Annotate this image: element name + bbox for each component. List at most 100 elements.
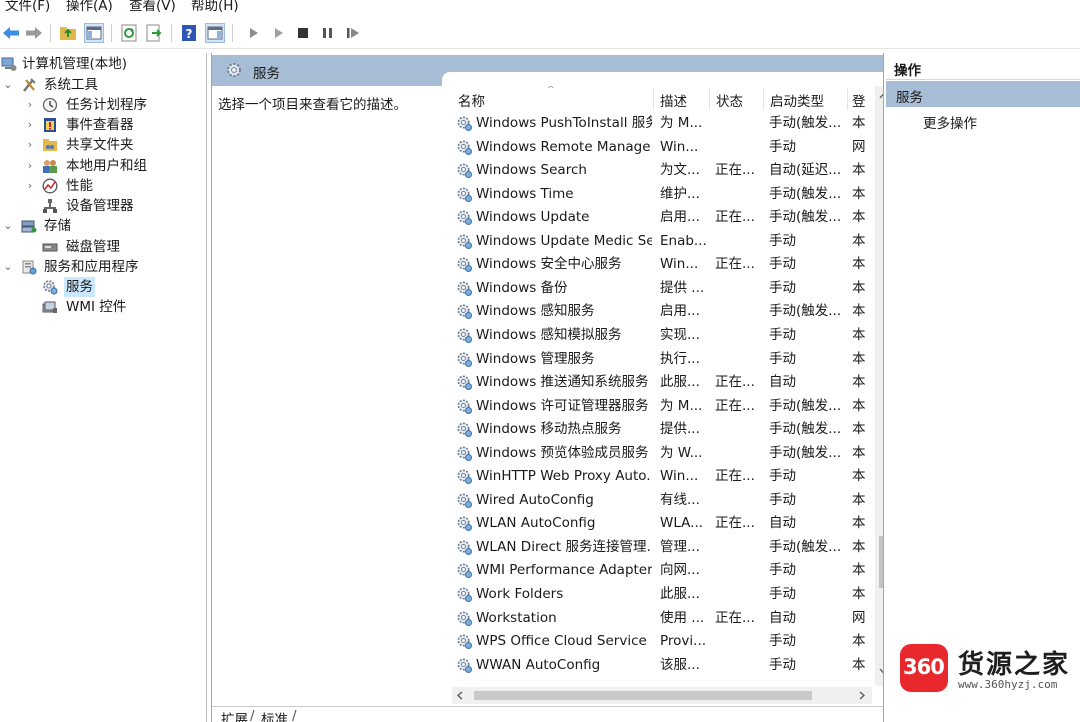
horizontal-scrollbar[interactable]	[452, 687, 872, 704]
service-gear-icon	[456, 233, 473, 250]
chevron-right-icon[interactable]: ›	[24, 156, 36, 176]
service-row[interactable]: WWAN AutoConfig 该服... 手动 本	[452, 654, 872, 677]
service-status	[715, 279, 763, 298]
service-gear-icon	[456, 162, 473, 179]
service-row[interactable]: Windows 备份 提供 ... 手动 本	[452, 277, 872, 300]
service-row[interactable]: WLAN AutoConfig WLA... 正在... 自动 本	[452, 512, 872, 535]
service-gear-icon	[456, 351, 473, 368]
service-status: 正在...	[715, 256, 755, 273]
service-row[interactable]: Windows PushToInstall 服务为 M... 手动(触发... 本	[452, 112, 872, 135]
column-startup-type[interactable]: 启动类型	[770, 90, 824, 110]
service-gear-icon	[456, 327, 473, 344]
chevron-right-icon[interactable]: ›	[24, 95, 36, 115]
menu-action[interactable]: 操作(A)	[66, 0, 113, 15]
pause-service-icon[interactable]	[318, 23, 338, 43]
service-startup-type: 自动	[769, 374, 796, 391]
service-row[interactable]: WMI Performance Adapter 向网... 手动 本	[452, 559, 872, 582]
service-row[interactable]: Windows Update 启用... 正在... 手动(触发... 本	[452, 206, 872, 229]
service-row[interactable]: Windows 安全中心服务 Win... 正在... 手动 本	[452, 253, 872, 276]
menu-help[interactable]: 帮助(H)	[191, 0, 239, 15]
service-row[interactable]: Workstation 使用 ... 正在... 自动 网	[452, 607, 872, 630]
services-list[interactable]: ^ 名称 描述 状态 启动类型 登 Windows PushToInstall …	[452, 86, 883, 706]
service-gear-icon	[456, 586, 473, 603]
service-row[interactable]: WLAN Direct 服务连接管理... 管理... 手动(触发... 本	[452, 536, 872, 559]
service-description: 执行...	[660, 350, 700, 367]
service-status	[715, 538, 763, 557]
service-logon: 本	[852, 279, 866, 296]
column-divider[interactable]	[847, 88, 848, 110]
show-hide-console-tree-icon[interactable]	[84, 23, 104, 43]
column-divider[interactable]	[763, 88, 764, 110]
menu-view[interactable]: 查看(V)	[129, 0, 176, 15]
service-status: 正在...	[715, 468, 755, 485]
start-service-icon[interactable]	[244, 23, 264, 43]
chevron-right-icon[interactable]: ›	[24, 135, 36, 155]
export-list-icon[interactable]	[144, 23, 164, 43]
service-description: 提供...	[660, 421, 700, 438]
service-name: Windows 管理服务	[476, 350, 595, 367]
chevron-down-icon[interactable]: ⌄	[2, 75, 14, 95]
service-row[interactable]: Windows Search 为文... 正在... 自动(延迟... 本	[452, 159, 872, 182]
tree-label: 本地用户和组	[66, 158, 147, 174]
stop-service-icon[interactable]	[293, 23, 313, 43]
chevron-right-icon[interactable]: ›	[24, 115, 36, 135]
tab-extended[interactable]: 扩展	[221, 708, 248, 722]
restart-service-icon[interactable]	[343, 23, 363, 43]
back-icon[interactable]	[1, 23, 21, 43]
service-row[interactable]: Windows Remote Manage... Win... 手动 网	[452, 136, 872, 159]
service-name: Windows Update Medic Se...	[476, 232, 652, 249]
chevron-right-icon[interactable]: ›	[24, 176, 36, 196]
refresh-icon[interactable]	[119, 23, 139, 43]
vertical-scrollbar[interactable]	[875, 86, 883, 686]
service-row[interactable]: Wired AutoConfig 有线... 手动 本	[452, 489, 872, 512]
tab-standard[interactable]: 标准	[261, 708, 288, 722]
service-logon: 本	[852, 656, 866, 673]
service-row[interactable]: Windows 感知模拟服务 实现... 手动 本	[452, 324, 872, 347]
tree-label: 共享文件夹	[66, 137, 134, 153]
service-row[interactable]: WinHTTP Web Proxy Auto... Win... 正在... 手动 本	[452, 465, 872, 488]
help-icon[interactable]: ?	[179, 23, 199, 43]
service-logon: 本	[852, 515, 866, 532]
service-startup-type: 手动	[769, 633, 796, 650]
service-description: 实现...	[660, 326, 700, 343]
service-logon: 本	[852, 444, 866, 461]
service-startup-type: 自动	[769, 609, 796, 626]
service-row[interactable]: Windows 推送通知系统服务 此服... 正在... 自动 本	[452, 371, 872, 394]
service-name: WMI Performance Adapter	[476, 562, 652, 579]
service-row[interactable]: Windows 许可证管理器服务为 M... 正在... 手动(触发... 本	[452, 395, 872, 418]
column-logon[interactable]: 登	[852, 90, 866, 110]
service-gear-icon	[456, 657, 473, 674]
service-row[interactable]: Work Folders 此服... 手动 本	[452, 583, 872, 606]
service-row[interactable]: Windows Time 维护... 手动(触发... 本	[452, 183, 872, 206]
service-row[interactable]: Windows Update Medic Se... Enab... 手动 本	[452, 230, 872, 253]
chevron-down-icon[interactable]: ⌄	[2, 216, 14, 236]
service-startup-type: 手动	[769, 562, 796, 579]
show-hide-action-pane-icon[interactable]	[205, 23, 225, 43]
service-row[interactable]: Windows 感知服务 启用... 手动(触发... 本	[452, 300, 872, 323]
chevron-down-icon[interactable]: ⌄	[2, 257, 14, 277]
up-folder-icon[interactable]	[58, 23, 78, 43]
description-hint: 选择一个项目来查看它的描述。	[218, 97, 407, 113]
service-gear-icon	[456, 562, 473, 579]
more-actions-link[interactable]: 更多操作	[923, 112, 977, 132]
service-row[interactable]: Windows 移动热点服务 提供... 手动(触发... 本	[452, 418, 872, 441]
forward-icon[interactable]	[24, 23, 44, 43]
column-status[interactable]: 状态	[716, 90, 743, 110]
service-startup-type: 手动(触发...	[769, 185, 842, 202]
service-row[interactable]: Windows 预览体验成员服务为 W... 手动(触发... 本	[452, 442, 872, 465]
service-startup-type: 手动	[769, 138, 796, 155]
service-status	[715, 656, 763, 675]
column-description[interactable]: 描述	[660, 90, 687, 110]
service-logon: 本	[852, 303, 866, 320]
menu-file[interactable]: 文件(F)	[5, 0, 50, 15]
service-row[interactable]: Windows 管理服务 执行... 手动 本	[452, 348, 872, 371]
actions-section-services[interactable]: 服务	[886, 81, 1080, 107]
start-service-2-icon[interactable]	[269, 23, 289, 43]
column-divider[interactable]	[653, 88, 654, 110]
column-name[interactable]: 名称	[458, 90, 485, 110]
column-divider[interactable]	[709, 88, 710, 110]
service-name: WPS Office Cloud Service	[476, 633, 647, 650]
service-row[interactable]: WPS Office Cloud Service Provi... 手动 本	[452, 630, 872, 653]
watermark-url: www.360hyzj.com	[958, 678, 1058, 691]
service-name: Workstation	[476, 609, 557, 626]
